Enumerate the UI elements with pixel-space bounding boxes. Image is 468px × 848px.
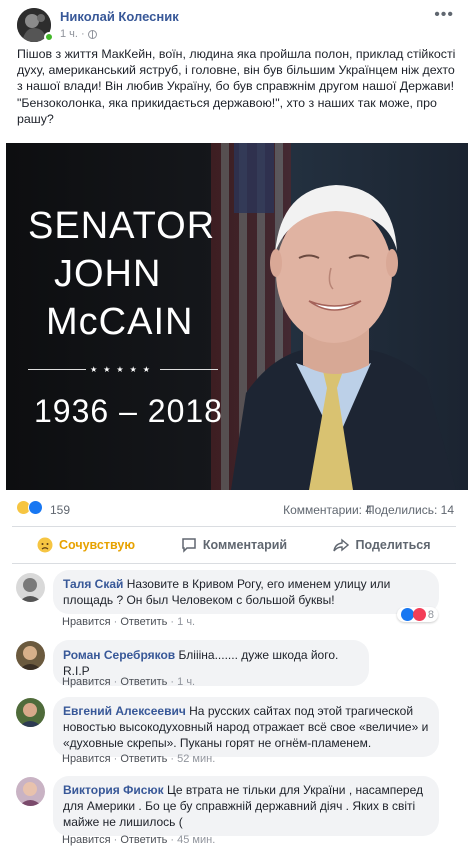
comment-like-link[interactable]: Нравится	[62, 676, 111, 688]
comment-bubble: Таля Скай Назовите в Кривом Рогу, его им…	[53, 570, 439, 614]
reaction-icons[interactable]	[16, 500, 43, 515]
share-button[interactable]: Поделиться	[308, 537, 456, 553]
shares-count[interactable]: Поделились: 14	[366, 503, 454, 517]
comment-button[interactable]: Комментарий	[160, 537, 308, 553]
commenter-name[interactable]: Роман Серебряков	[63, 648, 175, 662]
comment-reactions[interactable]: 8	[396, 607, 438, 622]
comment-like-link[interactable]: Нравится	[62, 834, 111, 846]
comment-reply-link[interactable]: Ответить	[120, 753, 167, 765]
post-stats: 159 Комментарии: 4 Поделились: 14	[0, 498, 468, 520]
commenter-avatar[interactable]	[16, 777, 45, 806]
comment-like-link[interactable]: Нравится	[62, 753, 111, 765]
comment-reply-link[interactable]: Ответить	[120, 834, 167, 846]
commenter-avatar[interactable]	[16, 698, 45, 727]
commenter-avatar[interactable]	[16, 641, 45, 670]
comment-actions: Нравится · Ответить · 1 ч.	[62, 676, 196, 688]
comment-bubble: Виктория Фисюк Це втрата не тільки для У…	[53, 776, 439, 836]
image-title-line2: JOHN	[54, 253, 162, 295]
post-image[interactable]: SENATOR JOHN McCAIN ★★★★★ 1936 – 2018	[6, 143, 468, 490]
sad-face-icon	[37, 537, 53, 553]
comment-actions: Нравится · Ответить · 1 ч.	[62, 616, 196, 628]
post-header: Николай Колесник 1 ч. · •••	[0, 0, 468, 44]
image-title-line1: SENATOR	[28, 205, 216, 247]
sympathy-label: Сочувствую	[58, 538, 135, 552]
like-reaction-icon	[400, 608, 414, 621]
action-bar: Сочувствую Комментарий Поделиться	[12, 526, 456, 564]
comment-like-link[interactable]: Нравится	[62, 616, 111, 628]
comment-time[interactable]: 1 ч.	[177, 676, 195, 688]
comment-label: Комментарий	[202, 538, 288, 552]
comment-time[interactable]: 52 мин.	[177, 753, 215, 765]
love-reaction-icon	[412, 608, 426, 621]
image-title-line3: McCAIN	[46, 301, 194, 343]
portrait-image	[231, 185, 456, 490]
comment-reaction-count: 8	[427, 608, 434, 621]
commenter-name[interactable]: Таля Скай	[63, 577, 123, 591]
comment-time[interactable]: 1 ч.	[177, 616, 195, 628]
more-options-icon[interactable]: •••	[434, 6, 454, 24]
comment-bubble: Евгений Алексеевич На русских сайтах под…	[53, 697, 439, 757]
like-reaction-icon	[28, 500, 43, 515]
globe-icon	[87, 29, 97, 39]
post-text: Пішов з життя МакКейн, воїн, людина яка …	[17, 47, 456, 126]
comment-icon	[182, 538, 196, 553]
share-icon	[333, 538, 350, 552]
post-meta: 1 ч. ·	[60, 28, 97, 40]
comment-time[interactable]: 45 мин.	[177, 834, 215, 846]
image-divider: ★★★★★	[28, 363, 219, 375]
post-time[interactable]: 1 ч.	[60, 28, 78, 40]
comment-actions: Нравится · Ответить · 52 мин.	[62, 753, 216, 765]
reaction-count[interactable]: 159	[50, 503, 70, 517]
commenter-avatar[interactable]	[16, 573, 45, 602]
commenter-name[interactable]: Евгений Алексеевич	[63, 704, 186, 718]
online-status-dot	[44, 32, 54, 42]
share-label: Поделиться	[355, 538, 431, 552]
comments-count[interactable]: Комментарии: 4	[283, 503, 372, 517]
comment-reply-link[interactable]: Ответить	[120, 616, 167, 628]
commenter-name[interactable]: Виктория Фисюк	[63, 783, 164, 797]
post-author-name[interactable]: Николай Колесник	[60, 9, 179, 24]
comment-actions: Нравится · Ответить · 45 мин.	[62, 834, 216, 846]
comment-reply-link[interactable]: Ответить	[120, 676, 167, 688]
sympathy-button[interactable]: Сочувствую	[12, 537, 160, 553]
image-years: 1936 – 2018	[34, 393, 223, 429]
